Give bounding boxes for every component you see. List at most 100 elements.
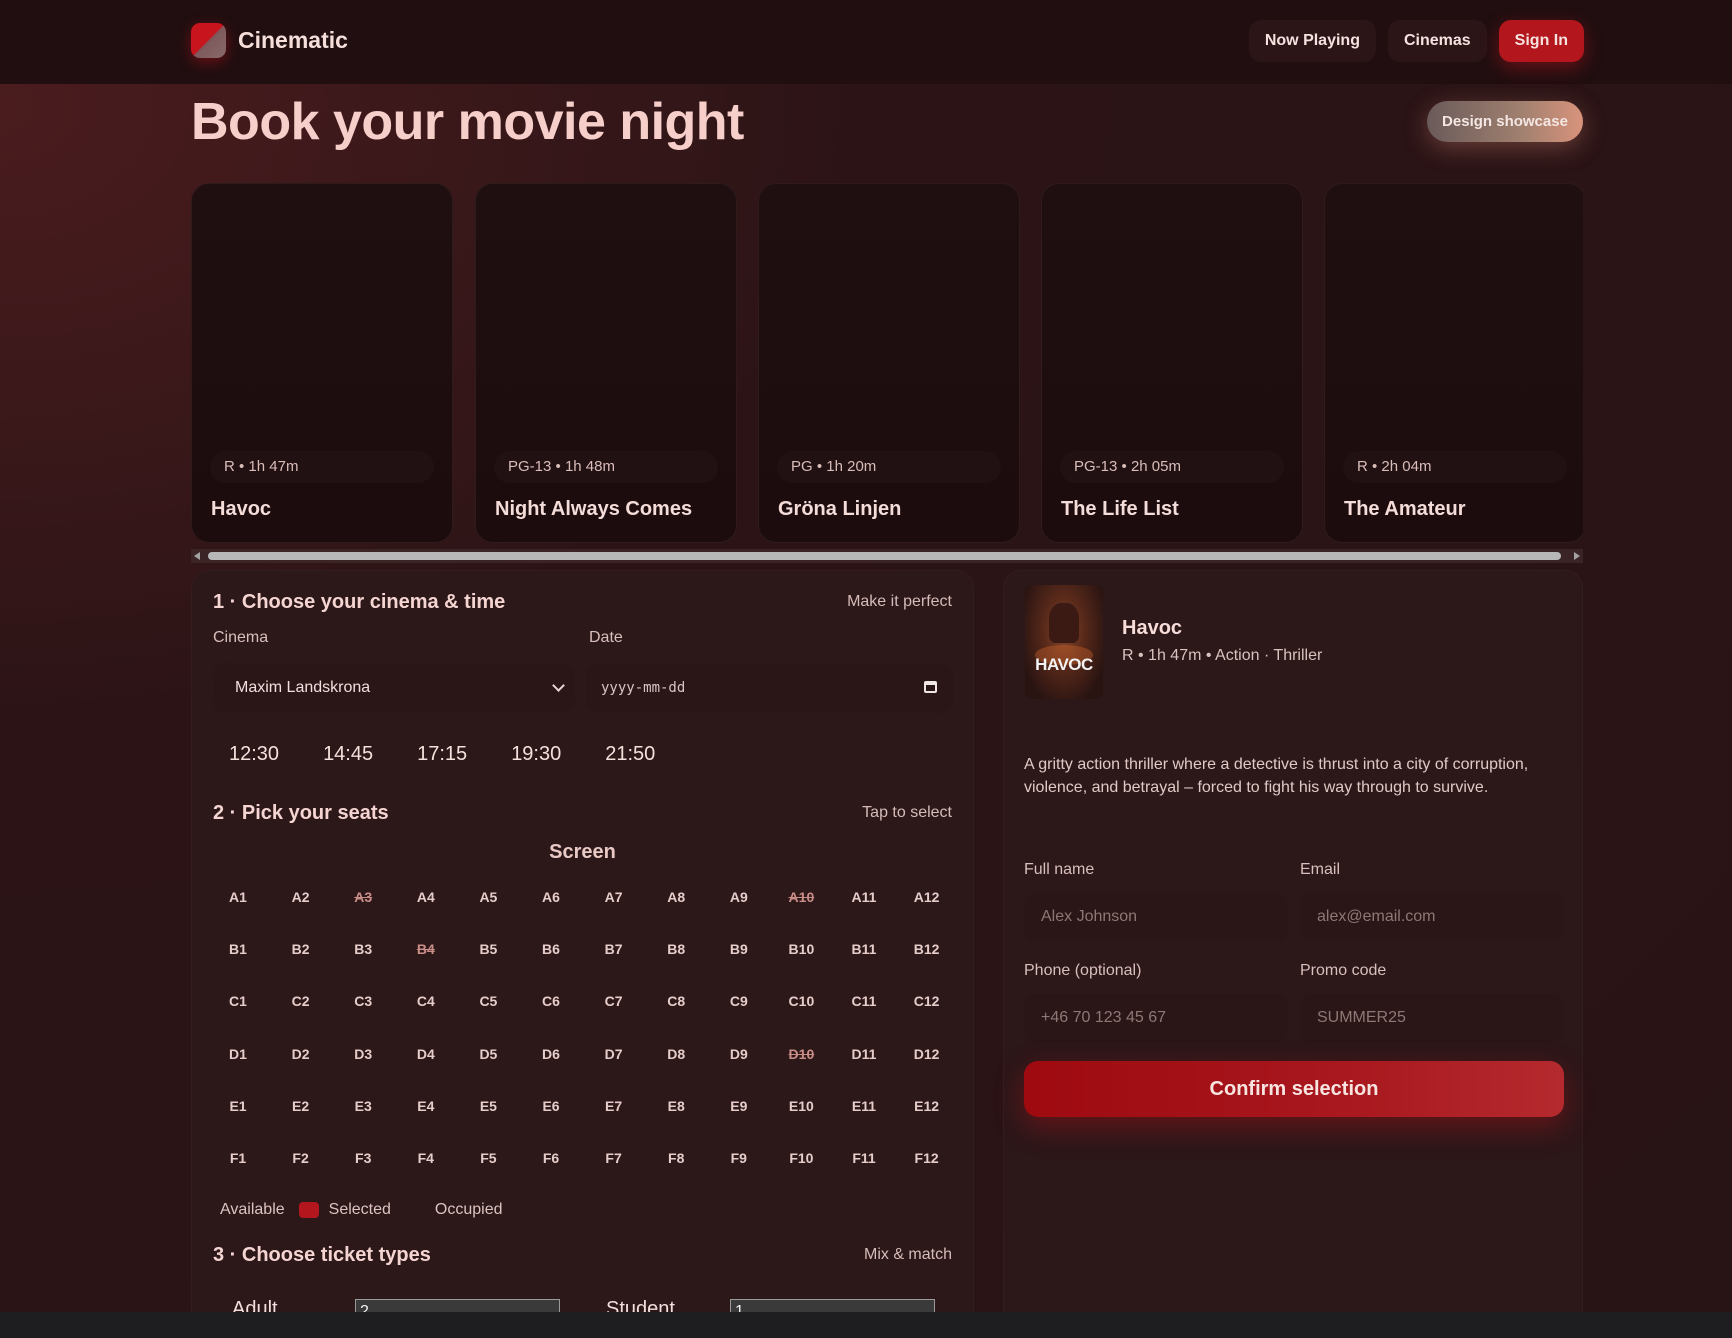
seat[interactable]: C9: [714, 981, 764, 1021]
seat[interactable]: C7: [589, 981, 639, 1021]
seat[interactable]: F6: [526, 1138, 576, 1178]
seat[interactable]: F11: [839, 1138, 889, 1178]
seat[interactable]: B12: [902, 929, 952, 969]
seat[interactable]: A11: [839, 877, 889, 917]
seat[interactable]: E8: [651, 1086, 701, 1126]
seat[interactable]: C1: [213, 981, 263, 1021]
seat[interactable]: B1: [213, 929, 263, 969]
seat[interactable]: F10: [776, 1138, 826, 1178]
seat[interactable]: B5: [463, 929, 513, 969]
seat[interactable]: C2: [276, 981, 326, 1021]
seat[interactable]: C6: [526, 981, 576, 1021]
scroll-left-icon[interactable]: [194, 552, 200, 560]
seat[interactable]: F9: [714, 1138, 764, 1178]
movie-meta: PG-13 • 1h 48m: [494, 451, 718, 483]
seat[interactable]: E1: [213, 1086, 263, 1126]
sign-in-button[interactable]: Sign In: [1498, 20, 1584, 62]
seat[interactable]: D6: [526, 1034, 576, 1074]
seat[interactable]: D8: [651, 1034, 701, 1074]
seat[interactable]: C4: [401, 981, 451, 1021]
seat[interactable]: A9: [714, 877, 764, 917]
movie-card[interactable]: R • 1h 47m Havoc: [191, 183, 453, 543]
seat[interactable]: A8: [651, 877, 701, 917]
seat[interactable]: A6: [526, 877, 576, 917]
carousel-scrollbar[interactable]: [191, 549, 1583, 563]
seat[interactable]: C12: [902, 981, 952, 1021]
seat[interactable]: B3: [338, 929, 388, 969]
movie-title: Havoc: [211, 498, 272, 520]
seat[interactable]: D11: [839, 1034, 889, 1074]
seat[interactable]: E6: [526, 1086, 576, 1126]
seat[interactable]: E10: [776, 1086, 826, 1126]
showtime-chip[interactable]: 12:30: [213, 733, 296, 775]
seat[interactable]: C11: [839, 981, 889, 1021]
seat[interactable]: D12: [902, 1034, 952, 1074]
seat[interactable]: E4: [401, 1086, 451, 1126]
seat[interactable]: F1: [213, 1138, 263, 1178]
seat[interactable]: E3: [338, 1086, 388, 1126]
seat[interactable]: F4: [401, 1138, 451, 1178]
movie-card[interactable]: R • 2h 04m The Amateur: [1324, 183, 1583, 543]
movie-card[interactable]: PG-13 • 2h 05m The Life List: [1041, 183, 1303, 543]
seat[interactable]: C8: [651, 981, 701, 1021]
promo-code-field[interactable]: SUMMER25: [1300, 994, 1564, 1042]
seat[interactable]: B10: [776, 929, 826, 969]
seat[interactable]: F5: [463, 1138, 513, 1178]
seat[interactable]: D7: [589, 1034, 639, 1074]
full-name-field[interactable]: Alex Johnson: [1024, 893, 1288, 941]
seat[interactable]: E7: [589, 1086, 639, 1126]
seat[interactable]: F8: [651, 1138, 701, 1178]
calendar-icon[interactable]: [924, 681, 937, 693]
design-showcase-button[interactable]: Design showcase: [1427, 101, 1583, 142]
seat[interactable]: A2: [276, 877, 326, 917]
nav-now-playing[interactable]: Now Playing: [1248, 20, 1376, 62]
seat[interactable]: C10: [776, 981, 826, 1021]
seat[interactable]: D2: [276, 1034, 326, 1074]
date-input[interactable]: yyyy-mm-dd: [587, 663, 953, 713]
seat[interactable]: B8: [651, 929, 701, 969]
seat[interactable]: E5: [463, 1086, 513, 1126]
seat[interactable]: D5: [463, 1034, 513, 1074]
seat[interactable]: A7: [589, 877, 639, 917]
seat[interactable]: E2: [276, 1086, 326, 1126]
nav-cinemas[interactable]: Cinemas: [1387, 20, 1487, 62]
showtime-chip[interactable]: 17:15: [401, 733, 484, 775]
seat[interactable]: C5: [463, 981, 513, 1021]
movie-card[interactable]: PG-13 • 1h 48m Night Always Comes: [475, 183, 737, 543]
seat[interactable]: E9: [714, 1086, 764, 1126]
seat[interactable]: D4: [401, 1034, 451, 1074]
seat[interactable]: B6: [526, 929, 576, 969]
seat[interactable]: A5: [463, 877, 513, 917]
seat[interactable]: F2: [276, 1138, 326, 1178]
seat-legend: Available Selected Occupied: [220, 1201, 503, 1219]
seat[interactable]: C3: [338, 981, 388, 1021]
seat[interactable]: E12: [902, 1086, 952, 1126]
scroll-thumb[interactable]: [208, 552, 1561, 560]
seat[interactable]: A12: [902, 877, 952, 917]
movie-card[interactable]: PG • 1h 20m Gröna Linjen: [758, 183, 1020, 543]
seat-row: A1 A2 A3 A4 A5 A6 A7 A8 A9 A10 A11 A12: [213, 877, 953, 917]
seat[interactable]: F7: [589, 1138, 639, 1178]
brand[interactable]: Cinematic: [191, 23, 348, 58]
showtime-chip[interactable]: 21:50: [589, 733, 672, 775]
showtime-chip[interactable]: 19:30: [495, 733, 578, 775]
cinema-select[interactable]: Maxim Landskrona: [213, 663, 575, 713]
seat[interactable]: F3: [338, 1138, 388, 1178]
seat[interactable]: E11: [839, 1086, 889, 1126]
seat[interactable]: A4: [401, 877, 451, 917]
legend-available: Available: [220, 1201, 285, 1218]
seat[interactable]: A1: [213, 877, 263, 917]
confirm-selection-button[interactable]: Confirm selection: [1024, 1061, 1564, 1117]
seat[interactable]: D1: [213, 1034, 263, 1074]
showtime-chip[interactable]: 14:45: [307, 733, 390, 775]
seat[interactable]: D9: [714, 1034, 764, 1074]
seat[interactable]: B7: [589, 929, 639, 969]
email-field[interactable]: alex@email.com: [1300, 893, 1564, 941]
seat[interactable]: B9: [714, 929, 764, 969]
seat[interactable]: F12: [902, 1138, 952, 1178]
seat[interactable]: D3: [338, 1034, 388, 1074]
phone-field[interactable]: +46 70 123 45 67: [1024, 994, 1288, 1042]
scroll-right-icon[interactable]: [1574, 552, 1580, 560]
seat[interactable]: B2: [276, 929, 326, 969]
seat[interactable]: B11: [839, 929, 889, 969]
